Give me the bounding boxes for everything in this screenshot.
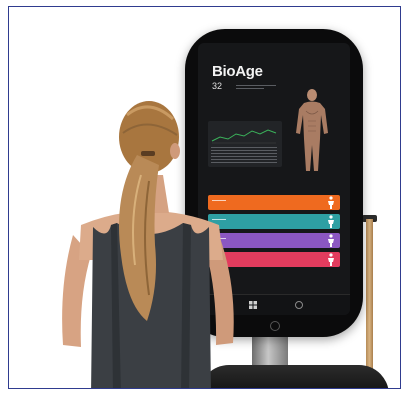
bioage-title: BioAge — [212, 63, 263, 80]
wooden-pole — [366, 219, 373, 388]
figure-icon — [328, 196, 334, 209]
figure-icon — [328, 215, 334, 228]
photo-frame: BioAge 32 — [8, 6, 401, 389]
settings-icon[interactable] — [294, 300, 304, 310]
woman-back-view — [62, 101, 234, 388]
figure-icon — [328, 253, 334, 266]
body-avatar — [296, 89, 328, 171]
home-button[interactable] — [270, 321, 280, 331]
figure-icon — [328, 234, 334, 247]
